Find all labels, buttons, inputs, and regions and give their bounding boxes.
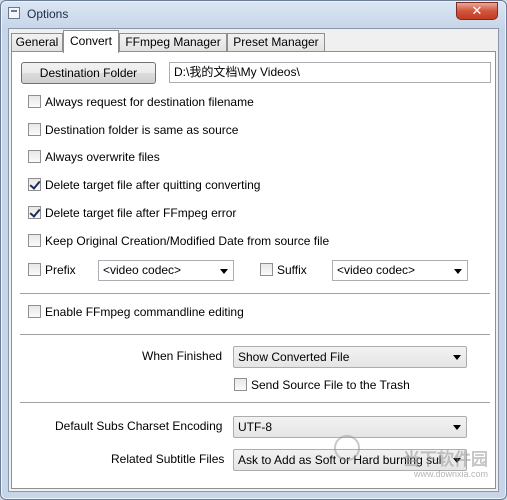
prefix-value: <video codec> — [103, 263, 182, 277]
separator — [20, 402, 490, 404]
request-filename-label: Always request for destination filename — [45, 95, 254, 109]
subs-charset-label: Default Subs Charset Encoding — [55, 419, 223, 433]
when-finished-value: Show Converted File — [238, 350, 350, 364]
chevron-down-icon — [453, 355, 461, 360]
tab-general[interactable]: General — [11, 33, 63, 52]
dialog-body: General Convert FFmpeg Manager Preset Ma… — [8, 28, 499, 492]
watermark-url: www.downxia.com — [413, 469, 488, 479]
window-title: Options — [27, 7, 69, 21]
watermark-text: 当下软件园 — [403, 450, 488, 469]
chevron-down-icon — [220, 268, 228, 274]
keep-dates-checkbox[interactable] — [28, 234, 41, 247]
chevron-down-icon — [454, 268, 462, 274]
delete-after-error-checkbox[interactable] — [28, 206, 41, 219]
separator — [20, 334, 490, 336]
app-icon — [8, 7, 20, 19]
prefix-dropdown[interactable]: <video codec> — [98, 260, 234, 281]
prefix-label: Prefix — [45, 263, 76, 277]
when-finished-dropdown[interactable]: Show Converted File — [233, 346, 467, 368]
same-as-source-label: Destination folder is same as source — [45, 123, 239, 137]
close-button[interactable]: ✕ — [456, 2, 498, 20]
tab-preset-manager[interactable]: Preset Manager — [227, 33, 325, 52]
convert-panel: Destination Folder D:\我的文档\My Videos\ Al… — [11, 51, 496, 489]
delete-after-error-label: Delete target file after FFmpeg error — [45, 206, 237, 220]
options-window: Options ✕ General Convert FFmpeg Manager… — [0, 0, 507, 500]
destination-path-field[interactable]: D:\我的文档\My Videos\ — [169, 62, 491, 83]
send-trash-checkbox[interactable] — [234, 378, 247, 391]
related-subtitles-label: Related Subtitle Files — [111, 452, 225, 466]
request-filename-checkbox[interactable] — [28, 95, 41, 108]
destination-folder-button[interactable]: Destination Folder — [21, 62, 156, 84]
chevron-down-icon — [453, 425, 461, 430]
tab-convert[interactable]: Convert — [63, 30, 119, 53]
subs-charset-value: UTF-8 — [238, 420, 272, 434]
send-trash-label: Send Source File to the Trash — [251, 378, 410, 392]
suffix-label: Suffix — [277, 263, 307, 277]
tab-ffmpeg-manager[interactable]: FFmpeg Manager — [119, 33, 227, 52]
same-as-source-checkbox[interactable] — [28, 123, 41, 136]
title-bar: Options ✕ — [1, 1, 506, 27]
delete-after-quit-checkbox[interactable] — [28, 178, 41, 191]
commandline-checkbox[interactable] — [28, 305, 41, 318]
delete-after-quit-label: Delete target file after quitting conver… — [45, 178, 261, 192]
overwrite-checkbox[interactable] — [28, 150, 41, 163]
keep-dates-label: Keep Original Creation/Modified Date fro… — [45, 234, 330, 248]
suffix-value: <video codec> — [337, 263, 416, 277]
when-finished-label: When Finished — [142, 349, 223, 363]
separator — [20, 293, 490, 295]
watermark-logo-icon — [334, 435, 360, 461]
prefix-checkbox[interactable] — [28, 263, 41, 276]
overwrite-label: Always overwrite files — [45, 150, 160, 164]
commandline-label: Enable FFmpeg commandline editing — [45, 305, 244, 319]
suffix-dropdown[interactable]: <video codec> — [332, 260, 468, 281]
suffix-checkbox[interactable] — [260, 263, 273, 276]
